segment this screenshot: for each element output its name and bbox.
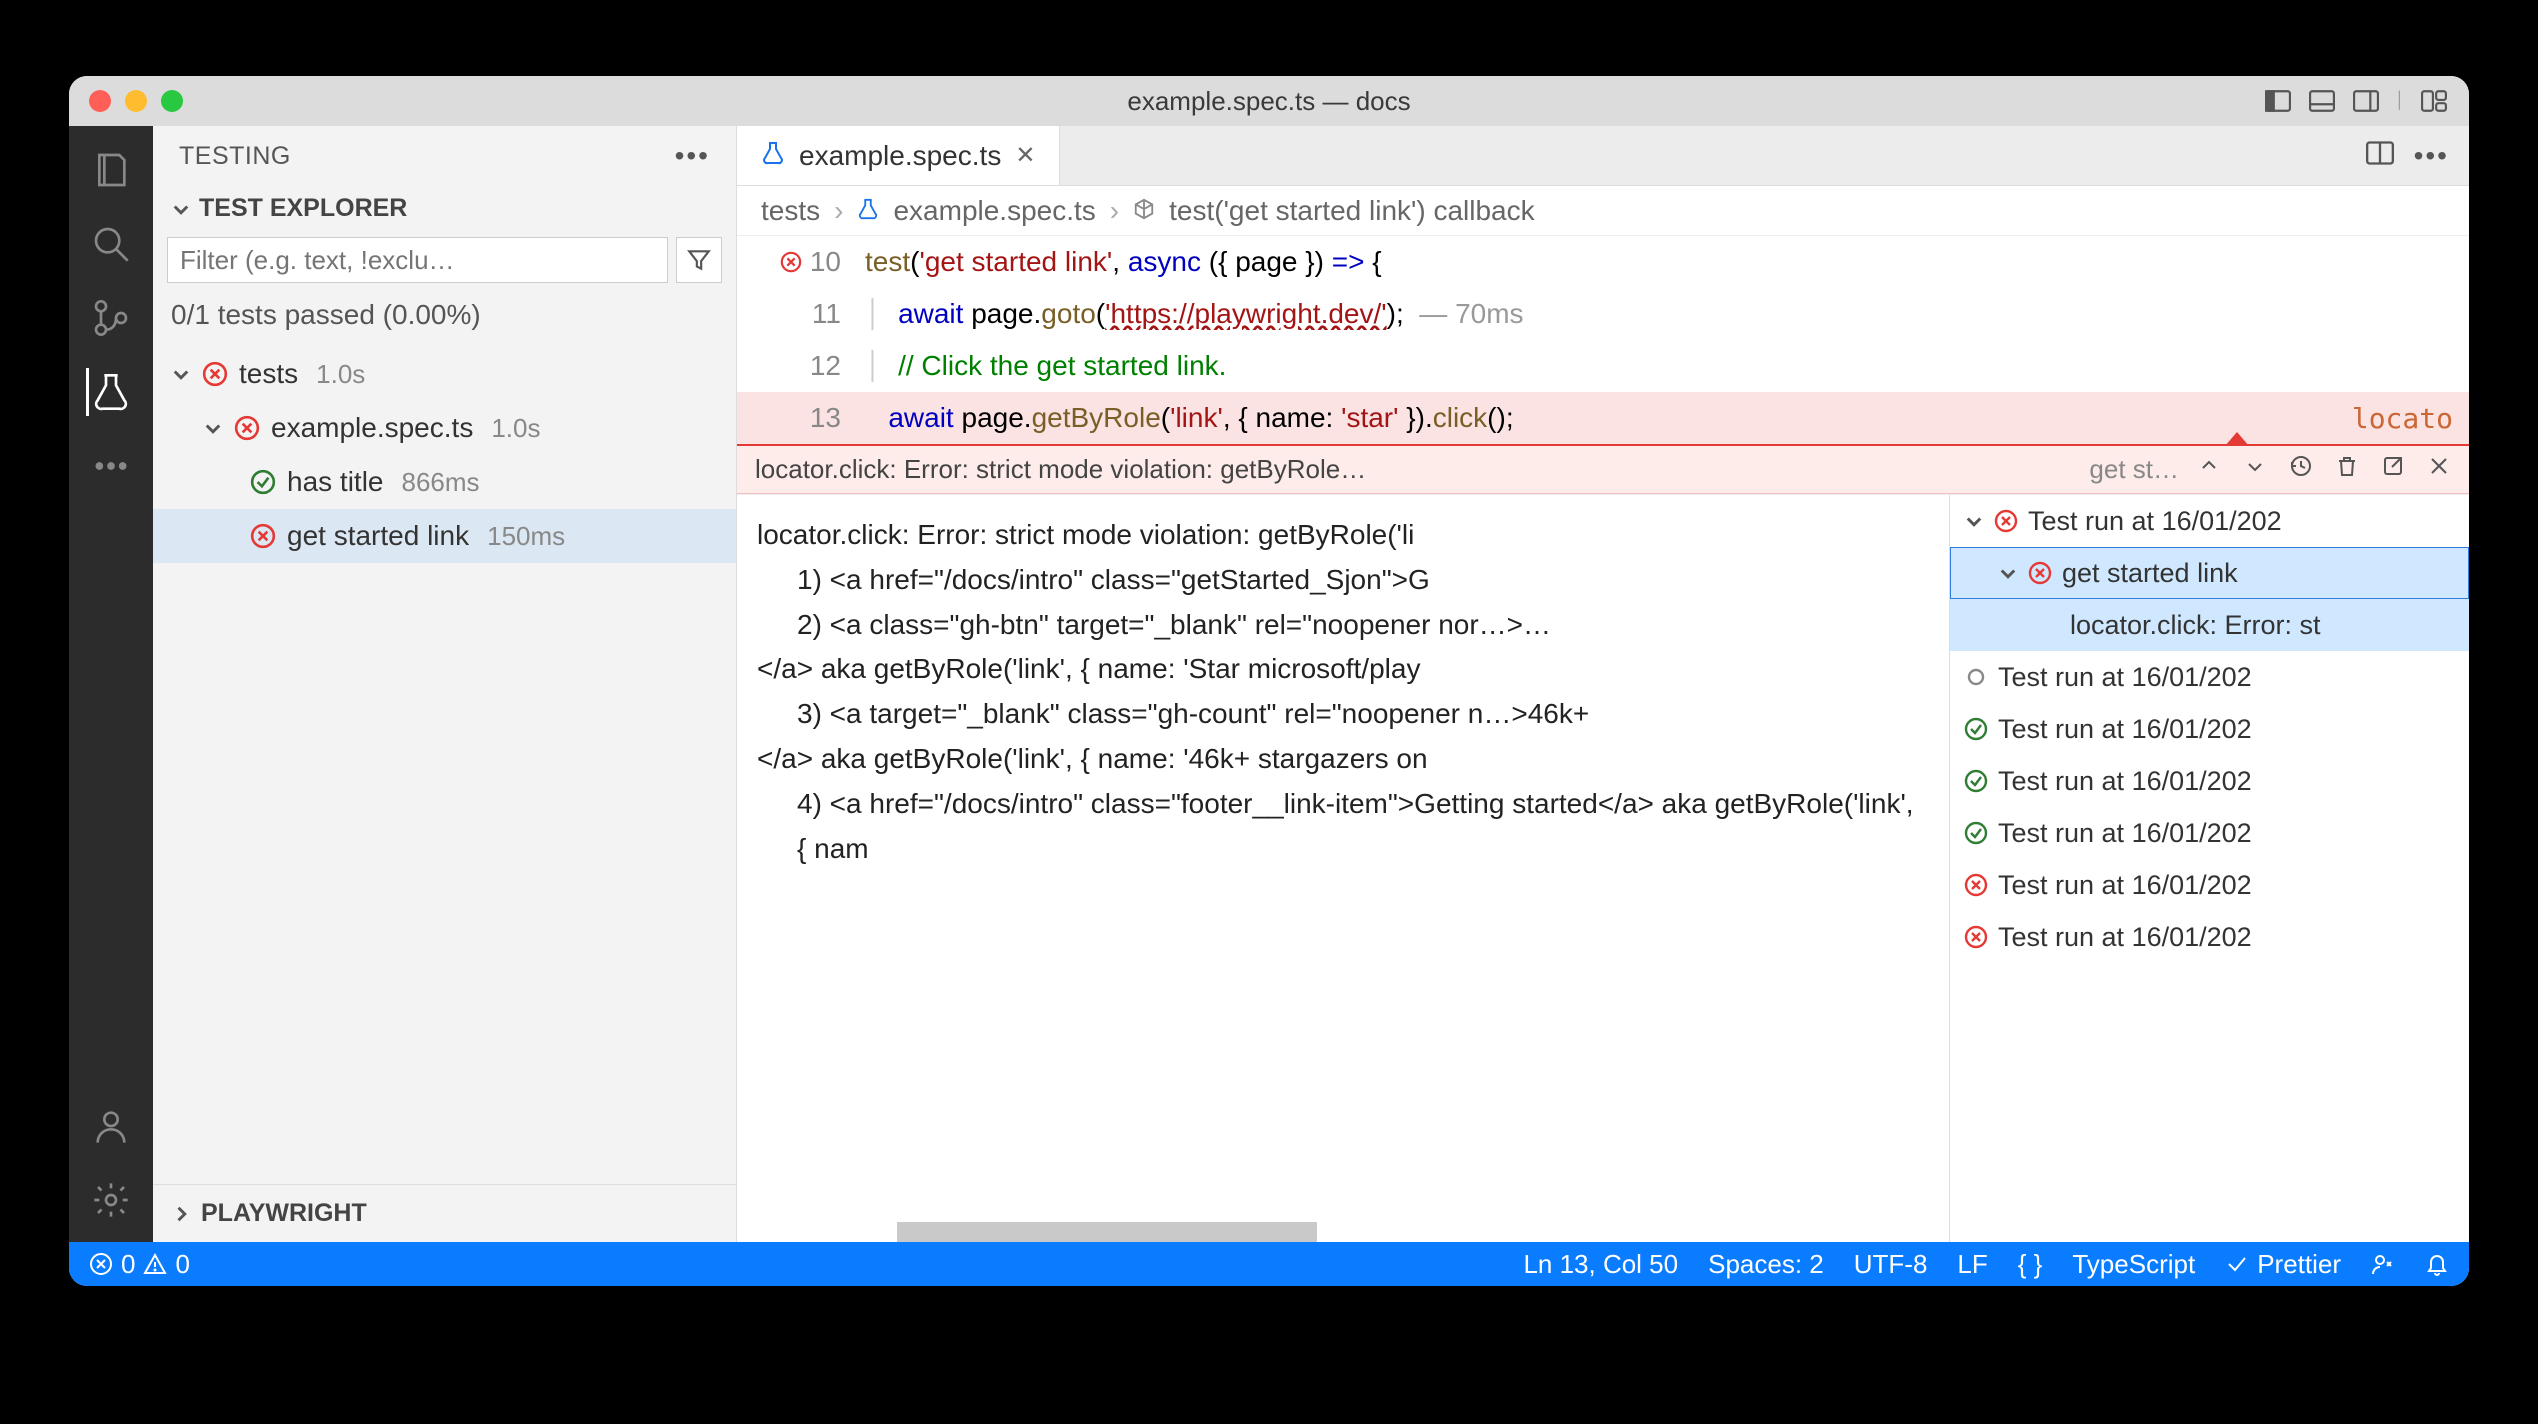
window-controls: [89, 90, 183, 112]
sidebar-title: TESTING: [179, 142, 291, 171]
error-peek-bar: locator.click: Error: strict mode violat…: [737, 444, 2469, 494]
code-line[interactable]: 10test('get started link', async ({ page…: [737, 236, 2469, 288]
prev-error-icon[interactable]: [2197, 454, 2221, 485]
fail-icon: [201, 360, 229, 388]
test-tree: tests 1.0s example.spec.ts 1.0s has titl…: [153, 347, 736, 563]
editor-more-icon[interactable]: •••: [2414, 140, 2449, 172]
activity-bar: [69, 126, 153, 1242]
error-detail-panel[interactable]: locator.click: Error: strict mode violat…: [737, 495, 1949, 1242]
window-title: example.spec.ts — docs: [1127, 86, 1410, 117]
history-icon[interactable]: [2289, 454, 2313, 485]
test-run-history: Test run at 16/01/202get started linkloc…: [1949, 495, 2469, 1242]
chevron-right-icon: [171, 1204, 191, 1224]
run-history-item[interactable]: Test run at 16/01/202: [1950, 911, 2469, 963]
tree-folder-tests[interactable]: tests 1.0s: [153, 347, 736, 401]
sidebar-header: TESTING •••: [153, 126, 736, 186]
testing-icon[interactable]: [86, 368, 134, 416]
open-external-icon[interactable]: [2381, 454, 2405, 485]
close-window-button[interactable]: [89, 90, 111, 112]
run-history-item[interactable]: Test run at 16/01/202: [1950, 755, 2469, 807]
close-peek-icon[interactable]: [2427, 454, 2451, 485]
vscode-window: example.spec.ts — docs │ TESTING: [69, 76, 2469, 1286]
titlebar: example.spec.ts — docs │: [69, 76, 2469, 126]
code-editor[interactable]: 10test('get started link', async ({ page…: [737, 236, 2469, 444]
editor-group: example.spec.ts ✕ ••• tests › example.sp…: [737, 126, 2469, 1242]
run-history-item[interactable]: get started link: [1950, 547, 2469, 599]
account-icon[interactable]: [87, 1102, 135, 1150]
run-history-item[interactable]: Test run at 16/01/202: [1950, 807, 2469, 859]
chevron-down-icon: [203, 418, 223, 438]
error-summary: locator.click: Error: strict mode violat…: [755, 454, 2071, 485]
code-line[interactable]: 12│ // Click the get started link.: [737, 340, 2469, 392]
status-indent[interactable]: Spaces: 2: [1708, 1249, 1824, 1280]
minimize-window-button[interactable]: [125, 90, 147, 112]
trash-icon[interactable]: [2335, 454, 2359, 485]
tree-file-example-spec[interactable]: example.spec.ts 1.0s: [153, 401, 736, 455]
sidebar-more-icon[interactable]: •••: [675, 140, 710, 172]
titlebar-layout-controls: │: [2263, 89, 2449, 113]
error-source-chip: get st…: [2089, 454, 2179, 485]
filter-input[interactable]: [167, 237, 668, 283]
playwright-section[interactable]: PLAYWRIGHT: [153, 1184, 736, 1242]
status-feedback-icon[interactable]: [2371, 1252, 2395, 1276]
settings-gear-icon[interactable]: [87, 1176, 135, 1224]
tab-example-spec[interactable]: example.spec.ts ✕: [737, 126, 1060, 185]
status-bell-icon[interactable]: [2425, 1252, 2449, 1276]
layout-customize-icon[interactable]: [2419, 89, 2449, 113]
error-marker-icon: [2225, 432, 2249, 446]
run-history-item[interactable]: locator.click: Error: st: [1950, 599, 2469, 651]
split-editor-icon[interactable]: [2366, 141, 2394, 170]
chevron-down-icon: [171, 364, 191, 384]
fail-icon: [249, 522, 277, 550]
panel-bottom-icon[interactable]: [2307, 89, 2337, 113]
source-control-icon[interactable]: [87, 294, 135, 342]
next-error-icon[interactable]: [2243, 454, 2267, 485]
run-history-item[interactable]: Test run at 16/01/202: [1950, 703, 2469, 755]
explorer-icon[interactable]: [87, 146, 135, 194]
status-prettier[interactable]: Prettier: [2225, 1249, 2341, 1280]
run-history-item[interactable]: Test run at 16/01/202: [1950, 495, 2469, 547]
tree-test-get-started-link[interactable]: get started link 150ms: [153, 509, 736, 563]
test-stats: 0/1 tests passed (0.00%): [153, 291, 736, 347]
sidebar: TESTING ••• TEST EXPLORER 0/1 tests pass…: [153, 126, 737, 1242]
flask-icon: [761, 140, 785, 172]
status-eol[interactable]: LF: [1957, 1249, 1987, 1280]
tab-bar: example.spec.ts ✕ •••: [737, 126, 2469, 186]
more-icon[interactable]: [87, 442, 135, 490]
code-line[interactable]: 13 await page.getByRole('link', { name: …: [737, 392, 2469, 444]
status-bar: 0 0 Ln 13, Col 50 Spaces: 2 UTF-8 LF { }…: [69, 1242, 2469, 1286]
close-tab-icon[interactable]: ✕: [1015, 141, 1035, 170]
chevron-down-icon: [171, 199, 191, 219]
run-history-item[interactable]: Test run at 16/01/202: [1950, 651, 2469, 703]
search-icon[interactable]: [87, 220, 135, 268]
fail-icon: [233, 414, 261, 442]
horizontal-scrollbar[interactable]: [897, 1222, 1317, 1242]
pass-icon: [249, 468, 277, 496]
symbol-icon: [1133, 195, 1155, 227]
filter-button[interactable]: [676, 237, 722, 283]
status-language[interactable]: TypeScript: [2072, 1249, 2195, 1280]
panel-left-icon[interactable]: [2263, 89, 2293, 113]
code-line[interactable]: 11│ await page.goto('https://playwright.…: [737, 288, 2469, 340]
zoom-window-button[interactable]: [161, 90, 183, 112]
status-encoding[interactable]: UTF-8: [1854, 1249, 1928, 1280]
status-errors[interactable]: 0 0: [89, 1249, 190, 1280]
tree-test-has-title[interactable]: has title 866ms: [153, 455, 736, 509]
panel-right-icon[interactable]: [2351, 89, 2381, 113]
breadcrumb[interactable]: tests › example.spec.ts › test('get star…: [737, 186, 2469, 236]
status-braces-icon[interactable]: { }: [2018, 1249, 2043, 1280]
run-history-item[interactable]: Test run at 16/01/202: [1950, 859, 2469, 911]
flask-icon: [857, 195, 879, 227]
test-explorer-section[interactable]: TEST EXPLORER: [153, 186, 736, 237]
status-cursor-pos[interactable]: Ln 13, Col 50: [1523, 1249, 1678, 1280]
